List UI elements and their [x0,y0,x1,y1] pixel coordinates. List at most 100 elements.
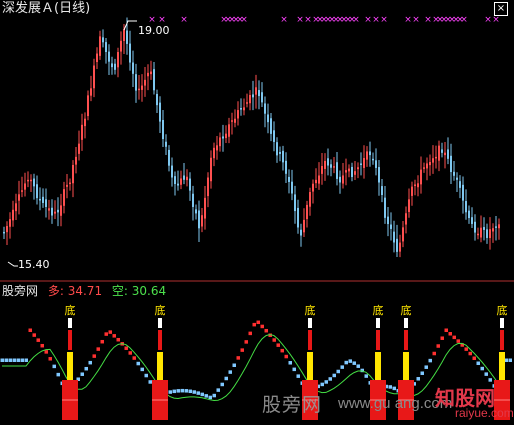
indicator-step [452,335,456,340]
indicator-step [432,351,436,356]
candle-body [207,177,209,197]
indicator-step [464,347,468,351]
candle-body [135,74,137,91]
candle-body [282,150,284,163]
signal-label: 底 [305,303,316,317]
signal-label: 底 [155,303,166,317]
indicator-step [188,389,192,394]
candle-body [114,63,116,70]
indicator-step [212,393,216,398]
indicator-step [428,358,432,363]
signal-marker: × [484,15,492,25]
candle-body [210,157,212,182]
signal-marker: × [492,15,500,25]
indicator-step [24,358,28,362]
candle-body [102,37,104,43]
candle-body [228,124,230,137]
candle-body [252,94,254,98]
indicator-step [168,390,172,394]
candle-body [276,142,278,156]
signal-yellow-bar [307,352,313,380]
candle-body [123,29,125,41]
signal-marker: × [304,15,312,25]
signal-red-stack [376,330,380,350]
candle-body [141,85,143,90]
low-pointer [7,261,18,267]
candle-body [111,63,113,68]
candle-body [294,194,296,212]
candle-body [168,149,170,166]
candle-body [399,242,401,252]
high-label: 19.00 [138,24,170,37]
candle-body [153,69,155,91]
candle-body [45,199,47,207]
price-annotations: 19.00 15.40 [7,20,170,271]
indicator-step [124,346,128,350]
candle-body [402,227,404,242]
signal-yellow-bar [375,352,381,380]
candle-body [204,197,206,219]
indicator-step [456,339,460,343]
candle-body [462,184,464,201]
signal-marker: × [460,15,468,25]
chart-canvas: × × × ×××××× × × × ××××××××××× × × × × × × ×××××××× × × … [0,15,514,420]
signal-yellow-bar [403,352,409,380]
indicator-step [364,374,368,378]
candle-body [423,167,425,169]
indicator-step [208,395,212,400]
candle-body [480,227,482,238]
signal-label: 底 [497,303,508,317]
indicator-step [88,360,92,365]
candle-body [225,133,227,139]
indicator-step [132,356,136,360]
indicator-step [176,389,180,393]
indicator-step [116,337,120,342]
indicator-step [44,350,48,354]
candle-body [378,167,380,183]
candle-body [24,183,26,190]
candle-body [315,179,317,184]
signal-white-cap [308,318,312,328]
indicator-step [248,331,252,336]
indicator-step [340,365,344,369]
candle-body [63,189,65,206]
signal-white-cap [158,318,162,328]
candle-body [444,152,446,156]
candle-body [438,145,440,161]
candle-body [351,166,353,177]
candle-body [303,219,305,233]
candle-body [342,175,344,184]
indicator-step [448,332,452,336]
candle-body [477,233,479,236]
indicator-step [184,389,188,393]
candle-body [12,209,14,221]
candle-body [201,215,203,227]
candle-body [297,207,299,228]
candle-body [195,209,197,214]
indicator-step [136,361,140,366]
candle-body [357,167,359,170]
indicator-ma-line [2,333,511,402]
signal-white-cap [68,318,72,328]
candle-body [384,197,386,218]
signal-marker: × [180,15,188,25]
signal-marker: × [424,15,432,25]
candle-body [186,176,188,181]
indicator-step [260,324,264,329]
indicator-step [128,351,132,355]
indicator-step [36,338,40,342]
signal-markers: × × × ×××××× × × × ××××××××××× × × × × × × ×××××××× × × [148,15,500,25]
candle-body [3,231,5,234]
candle-body [33,178,35,187]
candle-body [456,177,458,180]
candle-body [330,164,332,168]
indicator-step [508,358,512,362]
candle-body [198,210,200,229]
candle-body [495,226,497,228]
indicator-step [8,358,12,362]
candle-body [414,184,416,186]
signal-label: 底 [401,303,412,317]
candle-body [468,210,470,219]
candle-body [393,231,395,243]
candle-body [222,136,224,139]
